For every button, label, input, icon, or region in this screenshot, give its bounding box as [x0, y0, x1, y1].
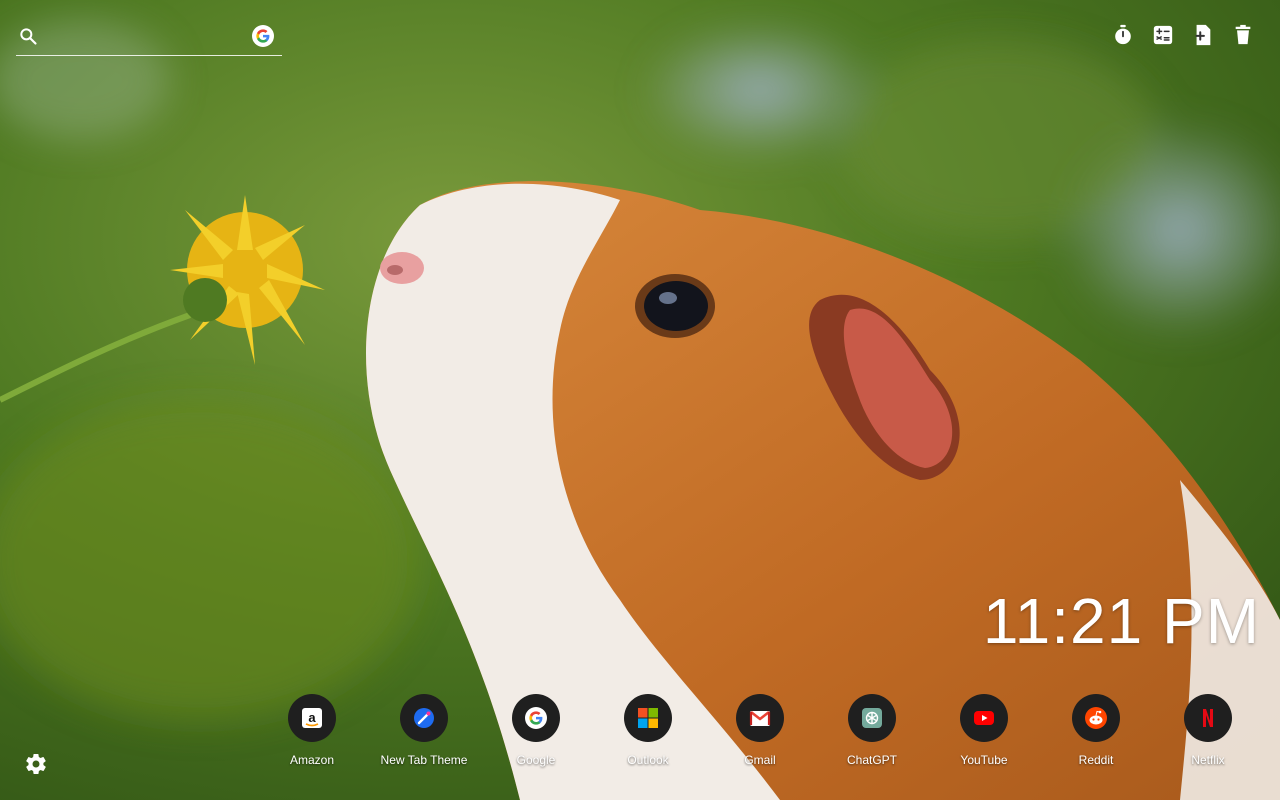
shortcut-label: Amazon [289, 753, 335, 767]
reddit-icon [1072, 694, 1120, 742]
shortcut-amazon[interactable]: a Amazon [256, 694, 368, 774]
search-bar [16, 20, 282, 56]
toolbar [1112, 24, 1254, 46]
chatgpt-icon [848, 694, 896, 742]
netflix-icon [1184, 694, 1232, 742]
google-icon [512, 694, 560, 742]
shortcut-label: Reddit [1078, 753, 1114, 767]
shortcut-gmail[interactable]: Gmail [704, 694, 816, 774]
shortcut-new-tab-theme[interactable]: New Tab Theme [368, 694, 480, 774]
shortcut-outlook[interactable]: Outlook [592, 694, 704, 774]
shortcut-chatgpt[interactable]: ChatGPT [816, 694, 928, 774]
shortcut-reddit[interactable]: Reddit [1040, 694, 1152, 774]
svg-text:a: a [308, 710, 316, 725]
shortcut-google[interactable]: Google [480, 694, 592, 774]
timer-icon[interactable] [1112, 24, 1134, 46]
shortcuts-dock: a Amazon New Tab Theme Google Outlook Gm… [256, 694, 1264, 774]
shortcut-label: Outlook [627, 753, 669, 767]
shortcut-youtube[interactable]: YouTube [928, 694, 1040, 774]
search-icon[interactable] [18, 26, 38, 46]
youtube-icon [960, 694, 1008, 742]
clock-time: 11:21 PM [982, 585, 1260, 657]
gear-icon[interactable] [24, 752, 48, 776]
shortcut-label: ChatGPT [846, 753, 897, 767]
shortcut-label: YouTube [960, 753, 1008, 767]
gmail-icon [736, 694, 784, 742]
amazon-icon: a [288, 694, 336, 742]
add-note-icon[interactable] [1192, 24, 1214, 46]
guinea-pig-wallpaper [0, 0, 1280, 800]
shortcut-label: New Tab Theme [380, 753, 468, 767]
shortcut-netflix[interactable]: Netflix [1152, 694, 1264, 774]
shortcut-label: Google [516, 753, 556, 767]
google-icon[interactable] [252, 25, 274, 47]
new-tab-theme-icon [400, 694, 448, 742]
search-input[interactable] [48, 24, 242, 50]
wallpaper-background [0, 0, 1280, 800]
shortcut-label: Gmail [744, 753, 776, 767]
trash-icon[interactable] [1232, 24, 1254, 46]
shortcut-label: Netflix [1191, 753, 1225, 767]
outlook-icon [624, 694, 672, 742]
calculator-icon[interactable] [1152, 24, 1174, 46]
